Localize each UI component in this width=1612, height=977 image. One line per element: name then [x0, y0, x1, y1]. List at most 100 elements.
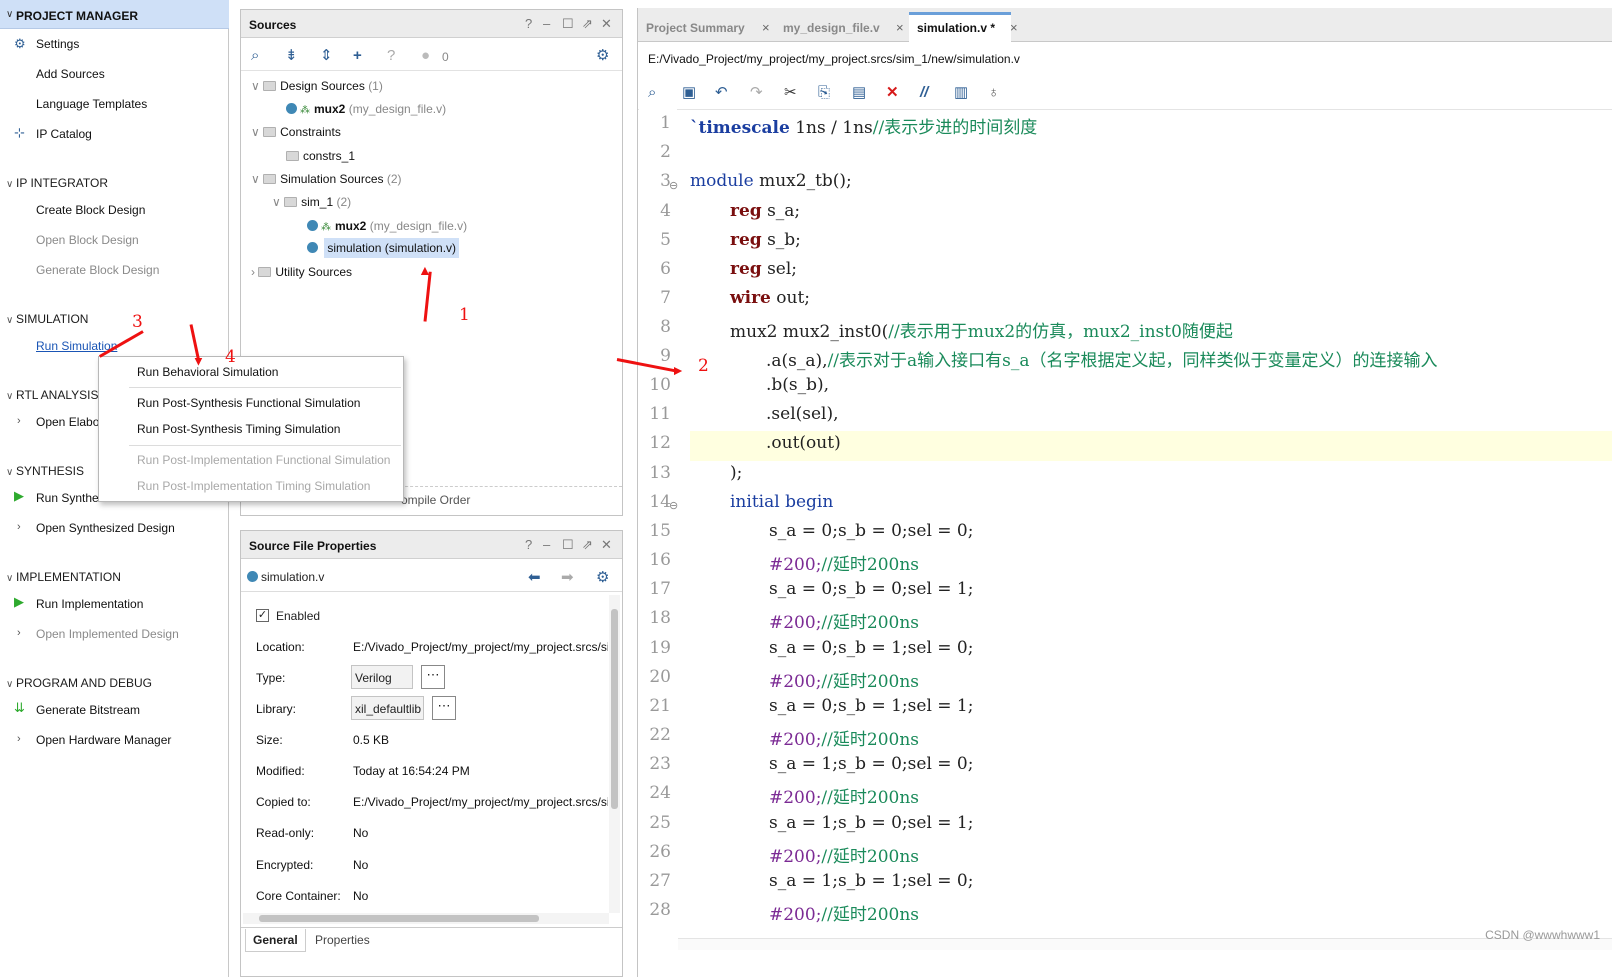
- code-line-6[interactable]: reg sel;: [730, 259, 797, 279]
- maximize-icon[interactable]: ☐: [562, 16, 574, 32]
- menu-run-post-synth-functional[interactable]: Run Post-Synthesis Functional Simulation: [137, 396, 360, 410]
- flow-ip-catalog[interactable]: IP Catalog: [36, 127, 92, 141]
- tab-general[interactable]: General: [245, 929, 306, 952]
- help-icon[interactable]: ?: [525, 537, 532, 552]
- code-line-13[interactable]: );: [730, 463, 742, 483]
- fold-icon[interactable]: ⊖: [669, 179, 678, 192]
- flow-open-synthesized[interactable]: Open Synthesized Design: [36, 521, 175, 535]
- add-icon[interactable]: +: [353, 48, 362, 63]
- copy-icon[interactable]: ⎘: [818, 85, 830, 100]
- back-arrow-icon[interactable]: ⬅: [528, 568, 541, 586]
- minimize-icon[interactable]: –: [543, 537, 550, 552]
- tree-sim-1[interactable]: ∨ sim_1 (2): [272, 195, 351, 209]
- code-line-18[interactable]: #200;//延时200ns: [769, 608, 919, 633]
- tree-utility-sources[interactable]: › Utility Sources: [251, 265, 352, 279]
- menu-run-behavioral-simulation[interactable]: Run Behavioral Simulation: [137, 365, 278, 379]
- tab-simulation[interactable]: simulation.v *: [909, 12, 1011, 43]
- flow-open-hardware-manager[interactable]: Open Hardware Manager: [36, 733, 171, 747]
- tab-compile-order[interactable]: ompile Order: [401, 493, 470, 507]
- tree-simulation-file[interactable]: simulation (simulation.v): [307, 238, 460, 258]
- flow-open-elaborated[interactable]: Open Elabo: [36, 415, 99, 429]
- code-line-4[interactable]: reg s_a;: [730, 201, 800, 221]
- cut-icon[interactable]: ✂: [784, 85, 797, 100]
- help-icon[interactable]: ?: [525, 16, 532, 31]
- undo-icon[interactable]: ↶: [715, 85, 728, 100]
- chevron-right-icon[interactable]: ›: [17, 627, 21, 639]
- collapse-all-icon[interactable]: ⇟: [285, 48, 298, 63]
- tree-sim-mux2[interactable]: ⁂ mux2 (my_design_file.v): [307, 219, 467, 233]
- tree-constrs-1[interactable]: constrs_1: [286, 149, 355, 163]
- search-icon[interactable]: ⌕: [648, 85, 656, 100]
- flow-open-implemented[interactable]: Open Implemented Design: [36, 627, 179, 641]
- close-icon[interactable]: ×: [896, 20, 904, 35]
- minimize-icon[interactable]: –: [543, 16, 550, 31]
- menu-run-post-impl-functional[interactable]: Run Post-Implementation Functional Simul…: [137, 453, 390, 467]
- code-line-24[interactable]: #200;//延时200ns: [769, 783, 919, 808]
- tree-mux2[interactable]: ⁂ mux2 (my_design_file.v): [286, 102, 446, 116]
- column-icon[interactable]: ▥: [954, 85, 968, 100]
- flow-run-synthesis[interactable]: Run Synthe: [36, 491, 99, 505]
- menu-run-post-impl-timing[interactable]: Run Post-Implementation Timing Simulatio…: [137, 479, 370, 493]
- flow-add-sources[interactable]: Add Sources: [36, 67, 105, 81]
- paste-icon[interactable]: ▤: [852, 85, 866, 100]
- code-line-1[interactable]: `timescale 1ns / 1ns//表示步进的时间刻度: [690, 113, 1037, 138]
- type-more-button[interactable]: ⋯: [421, 665, 445, 689]
- code-line-17[interactable]: s_a = 0;s_b = 0;sel = 1;: [769, 579, 973, 599]
- code-line-14[interactable]: initial begin: [730, 492, 833, 512]
- code-line-11[interactable]: .sel(sel),: [766, 404, 839, 424]
- code-line-19[interactable]: s_a = 0;s_b = 1;sel = 0;: [769, 638, 973, 658]
- redo-icon[interactable]: ↷: [750, 85, 763, 100]
- flow-create-block-design[interactable]: Create Block Design: [36, 203, 145, 217]
- lightbulb-icon[interactable]: ♁: [988, 85, 999, 100]
- section-ip-integrator[interactable]: ∨ IP INTEGRATOR: [6, 176, 108, 190]
- flow-open-block-design[interactable]: Open Block Design: [36, 233, 139, 247]
- tree-simulation-sources[interactable]: ∨ Simulation Sources (2): [251, 172, 402, 186]
- flow-run-implementation[interactable]: Run Implementation: [36, 597, 143, 611]
- code-line-9[interactable]: .a(s_a),//表示对于a输入接口有s_a（名字根据定义起，同样类似于变量定…: [766, 346, 1438, 371]
- chevron-right-icon[interactable]: ›: [17, 415, 21, 427]
- float-icon[interactable]: ⇗: [582, 537, 593, 553]
- library-more-button[interactable]: ⋯: [432, 696, 456, 720]
- tab-my-design-file[interactable]: my_design_file.v: [775, 12, 888, 42]
- gear-icon[interactable]: ⚙: [596, 568, 609, 586]
- search-icon[interactable]: ⌕: [251, 48, 259, 63]
- info-icon[interactable]: ?: [387, 48, 395, 63]
- maximize-icon[interactable]: ☐: [562, 537, 574, 553]
- section-program-debug[interactable]: ∨ PROGRAM AND DEBUG: [6, 676, 152, 690]
- type-select[interactable]: Verilog: [351, 665, 413, 689]
- fold-icon[interactable]: ⊖: [669, 499, 678, 512]
- tab-properties[interactable]: Properties: [315, 933, 370, 947]
- code-line-15[interactable]: s_a = 0;s_b = 0;sel = 0;: [769, 521, 973, 541]
- flow-language-templates[interactable]: Language Templates: [36, 97, 147, 111]
- flow-generate-block-design[interactable]: Generate Block Design: [36, 263, 159, 277]
- float-icon[interactable]: ⇗: [582, 16, 593, 32]
- code-line-27[interactable]: s_a = 1;s_b = 1;sel = 0;: [769, 871, 973, 891]
- section-synthesis[interactable]: ∨ SYNTHESIS: [6, 464, 84, 478]
- code-line-22[interactable]: #200;//延时200ns: [769, 725, 919, 750]
- flow-settings[interactable]: Settings: [36, 37, 79, 51]
- code-line-26[interactable]: #200;//延时200ns: [769, 842, 919, 867]
- tab-project-summary[interactable]: Project Summary: [638, 12, 753, 42]
- menu-run-post-synth-timing[interactable]: Run Post-Synthesis Timing Simulation: [137, 422, 340, 436]
- save-icon[interactable]: ▣: [682, 85, 696, 100]
- forward-arrow-icon[interactable]: ➡: [561, 568, 574, 586]
- close-icon[interactable]: ×: [762, 20, 770, 35]
- expand-all-icon[interactable]: ⇕: [320, 48, 333, 63]
- scrollbar-thumb[interactable]: [611, 609, 618, 809]
- code-line-21[interactable]: s_a = 0;s_b = 1;sel = 1;: [769, 696, 973, 716]
- close-icon[interactable]: ✕: [601, 16, 612, 32]
- chevron-right-icon[interactable]: ›: [17, 521, 21, 533]
- close-icon[interactable]: ×: [1010, 20, 1018, 35]
- flow-generate-bitstream[interactable]: Generate Bitstream: [36, 703, 140, 717]
- horizontal-scrollbar[interactable]: [243, 913, 609, 924]
- horizontal-scrollbar[interactable]: [678, 938, 1612, 950]
- vertical-scrollbar[interactable]: [609, 595, 620, 913]
- tree-design-sources[interactable]: ∨ Design Sources (1): [251, 79, 383, 93]
- code-line-5[interactable]: reg s_b;: [730, 230, 801, 250]
- chevron-right-icon[interactable]: ›: [17, 733, 21, 745]
- scrollbar-thumb[interactable]: [259, 915, 539, 922]
- code-line-25[interactable]: s_a = 1;s_b = 0;sel = 1;: [769, 813, 973, 833]
- delete-icon[interactable]: ✕: [886, 85, 899, 100]
- project-manager-header[interactable]: ∨ PROJECT MANAGER: [0, 0, 229, 29]
- code-line-7[interactable]: wire out;: [730, 288, 810, 308]
